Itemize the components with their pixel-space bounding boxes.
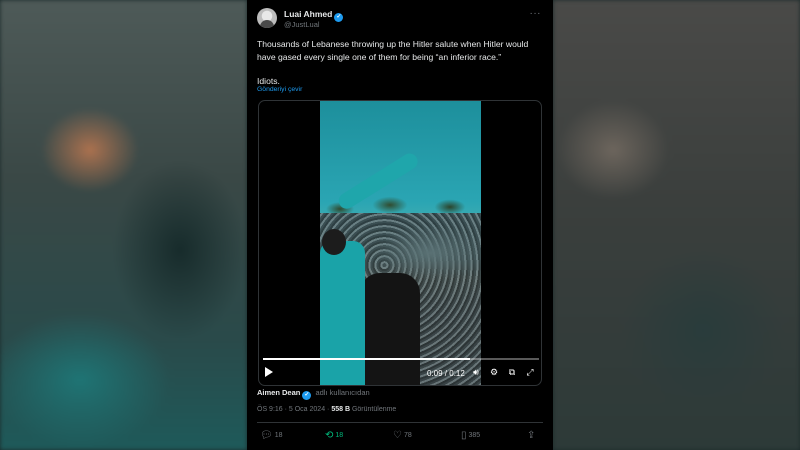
source-author-name[interactable]: Aimen Dean xyxy=(257,388,300,397)
video-figure-head xyxy=(322,229,346,255)
verified-badge-icon: ✓ xyxy=(334,13,344,22)
author-handle[interactable]: @JustLual xyxy=(284,20,320,29)
background-right-blur xyxy=(553,0,800,450)
retweet-button[interactable]: ⟲ 18 xyxy=(325,430,343,441)
tweet-actions: 💬︎ 18 ⟲ 18 ♡ 78 ▯ 385 ⇪ xyxy=(257,428,543,444)
video-progress-fill xyxy=(263,358,470,360)
video-frame xyxy=(320,101,481,385)
reply-button[interactable]: 💬︎ 18 xyxy=(260,430,283,441)
heart-icon: ♡ xyxy=(393,430,402,441)
tweet-header: Luai Ahmed ✓ @JustLual ··· xyxy=(257,8,545,32)
divider xyxy=(257,422,543,423)
share-button[interactable]: ⇪ xyxy=(527,430,537,441)
views-count: 558 B xyxy=(331,406,351,413)
views-label: Görüntülenme xyxy=(351,406,397,413)
source-suffix: adlı kullanıcıdan xyxy=(315,388,370,397)
share-icon: ⇪ xyxy=(527,430,536,441)
tweet-meta: ÖS 9:16 · 5 Oca 2024 · 558 B Görüntülenm… xyxy=(257,406,396,413)
more-icon[interactable]: ··· xyxy=(530,8,542,19)
timestamp[interactable]: ÖS 9:16 · 5 Oca 2024 · xyxy=(257,406,329,413)
bookmark-icon: ▯ xyxy=(461,430,467,441)
retweet-icon: ⟲ xyxy=(325,430,334,441)
background-left-blur xyxy=(0,0,247,450)
like-button[interactable]: ♡ 78 xyxy=(393,430,412,441)
author-name[interactable]: Luai Ahmed xyxy=(284,9,332,19)
bookmark-button[interactable]: ▯ 385 xyxy=(461,430,480,441)
tweet-card: Luai Ahmed ✓ @JustLual ··· Thousands of L… xyxy=(247,0,553,450)
video-progress-bar[interactable] xyxy=(263,358,539,360)
verified-badge-icon: ✓ xyxy=(302,391,312,400)
volume-icon[interactable]: 🔊︎ xyxy=(470,366,482,378)
bookmark-count: 385 xyxy=(468,432,481,439)
reply-count: 18 xyxy=(274,432,283,439)
like-count: 78 xyxy=(403,432,412,439)
retweet-count: 18 xyxy=(335,432,344,439)
video-figure-dark xyxy=(360,273,420,385)
settings-icon[interactable]: ⚙︎ xyxy=(488,366,500,378)
avatar[interactable] xyxy=(257,8,277,28)
video-time: 0:09 / 0:12 xyxy=(427,369,465,378)
play-icon[interactable] xyxy=(265,367,273,377)
translate-link[interactable]: Gönderiyi çevir xyxy=(257,86,302,93)
tweet-text-line: Thousands of Lebanese throwing up the Hi… xyxy=(257,39,529,62)
minimize-icon[interactable]: ⧉ xyxy=(506,366,518,378)
video-figure-teal xyxy=(320,241,365,385)
fullscreen-icon[interactable]: ⤢ xyxy=(524,366,536,378)
video-player[interactable]: 0:09 / 0:12 🔊︎ ⚙︎ ⧉ ⤢ xyxy=(258,100,542,386)
video-source: Aimen Dean ✓ adlı kullanıcıdan xyxy=(257,388,370,400)
reply-icon: 💬︎ xyxy=(260,430,273,441)
